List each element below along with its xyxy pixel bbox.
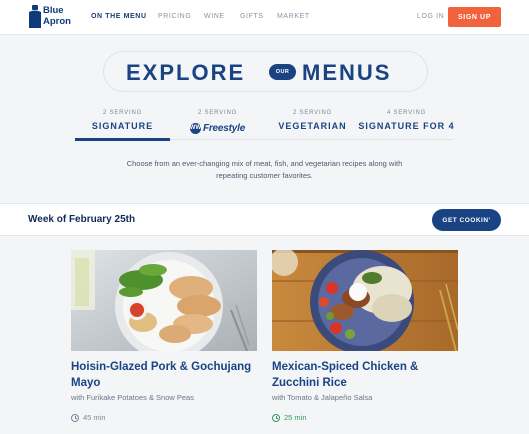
- tab-label: SIGNATURE: [91, 121, 154, 131]
- recipe-card[interactable]: Hoisin-Glazed Pork & Gochujang Mayo with…: [71, 250, 257, 422]
- week-bar: Week of February 25th GET COOKIN': [0, 203, 529, 236]
- ww-icon: WW: [190, 122, 201, 134]
- recipe-time-label: 45 min: [83, 413, 106, 422]
- freestyle-logo: WW Freestyle: [190, 122, 246, 134]
- clock-icon: [272, 413, 280, 422]
- nav-wine[interactable]: WINE: [204, 13, 225, 20]
- tab-serving-label: 2 SERVING: [292, 110, 333, 116]
- top-nav: Blue Apron ON THE MENU PRICING WINE GIFT…: [0, 0, 529, 35]
- nav-market[interactable]: MARKET: [277, 13, 310, 20]
- recipe-time-label: 25 min: [284, 413, 307, 422]
- logo-wordmark: Blue Apron: [43, 5, 71, 27]
- explore-menus-heading: EXPLORE OUR MENUS: [103, 51, 428, 92]
- tab-vegetarian[interactable]: 2 SERVING VEGETARIAN: [265, 110, 360, 131]
- hero-word-explore: EXPLORE: [126, 60, 246, 85]
- get-cookin-button[interactable]: GET COOKIN': [432, 209, 501, 231]
- recipe-photo-chicken-art: [272, 250, 458, 351]
- recipe-photo-chicken[interactable]: [272, 250, 458, 351]
- tab-signature-for-4[interactable]: 4 SERVING SIGNATURE FOR 4: [353, 110, 460, 131]
- clock-icon: [71, 413, 79, 422]
- tab-label: VEGETARIAN: [278, 121, 347, 131]
- hero-word-menus: MENUS: [302, 60, 392, 85]
- recipe-time: 25 min: [272, 413, 458, 422]
- recipe-card[interactable]: Mexican-Spiced Chicken & Zucchini Rice w…: [272, 250, 458, 422]
- blue-apron-logo[interactable]: Blue Apron: [28, 4, 76, 30]
- signup-button[interactable]: SIGN UP: [448, 7, 501, 27]
- menu-intro-text: Choose from an ever-changing mix of meat…: [126, 159, 403, 180]
- login-link[interactable]: LOG IN: [417, 13, 444, 20]
- tab-label: SIGNATURE FOR 4: [358, 121, 455, 131]
- freestyle-label: Freestyle: [202, 122, 246, 134]
- week-label: Week of February 25th: [28, 214, 136, 225]
- nav-gifts[interactable]: GIFTS: [240, 13, 264, 20]
- tab-serving-label: 2 SERVING: [197, 110, 238, 116]
- logo-line-1: Blue: [43, 5, 64, 16]
- tab-serving-label: 4 SERVING: [386, 110, 427, 116]
- hero-badge-our: OUR: [269, 64, 296, 80]
- nav-on-the-menu[interactable]: ON THE MENU: [91, 13, 147, 20]
- recipe-title[interactable]: Hoisin-Glazed Pork & Gochujang Mayo: [71, 359, 257, 391]
- recipe-photo-pork[interactable]: [71, 250, 257, 351]
- tab-freestyle[interactable]: 2 SERVING WW Freestyle: [170, 110, 265, 134]
- tab-active-indicator: [75, 138, 170, 141]
- recipe-subtitle: with Tomato & Jalapeño Salsa: [272, 393, 373, 402]
- recipe-title[interactable]: Mexican-Spiced Chicken & Zucchini Rice: [272, 359, 458, 391]
- logo-line-2: Apron: [43, 16, 71, 27]
- tab-serving-label: 2 SERVING: [102, 110, 143, 116]
- tab-signature[interactable]: 2 SERVING SIGNATURE: [75, 110, 170, 131]
- nav-pricing[interactable]: PRICING: [158, 13, 191, 20]
- apron-icon: [29, 5, 41, 28]
- recipe-time: 45 min: [71, 413, 257, 422]
- recipe-photo-pork-art: [71, 250, 257, 351]
- recipe-subtitle: with Furikake Potatoes & Snow Peas: [71, 393, 194, 402]
